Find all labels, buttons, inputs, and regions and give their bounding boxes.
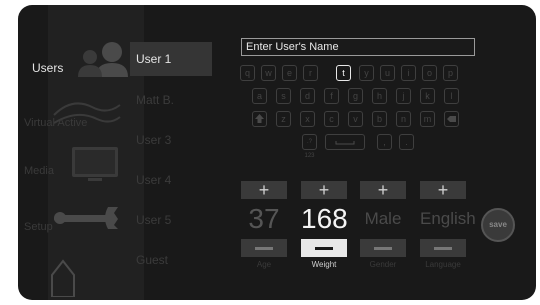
nav-item-home[interactable] <box>18 253 126 300</box>
save-button[interactable]: save <box>481 208 515 242</box>
age-value: 37 <box>248 203 280 234</box>
language-stepper: + English Language <box>420 181 476 269</box>
minus-icon <box>434 247 452 250</box>
key-r[interactable]: r <box>303 65 318 81</box>
gender-value: Male <box>364 209 402 228</box>
space-icon <box>335 141 355 145</box>
key-g[interactable]: g <box>348 88 363 104</box>
key-c[interactable]: c <box>324 111 339 127</box>
shift-icon <box>255 114 264 123</box>
nav-item-media[interactable]: Media <box>18 145 126 205</box>
key-q[interactable]: q <box>240 65 255 81</box>
key-o[interactable]: o <box>422 65 437 81</box>
key-x[interactable]: x <box>300 111 315 127</box>
weight-label: Weight <box>311 260 337 269</box>
key-y[interactable]: y <box>359 65 374 81</box>
language-minus-button[interactable] <box>420 239 466 257</box>
minus-icon <box>255 247 273 250</box>
key-a[interactable]: a <box>252 88 267 104</box>
key-f[interactable]: f <box>324 88 339 104</box>
nav-item-setup[interactable]: Setup <box>18 201 126 261</box>
key-k[interactable]: k <box>420 88 435 104</box>
key-i[interactable]: i <box>401 65 416 81</box>
backspace-key[interactable] <box>444 111 459 127</box>
key-period[interactable]: . <box>399 134 414 150</box>
key-v[interactable]: v <box>348 111 363 127</box>
key-d[interactable]: d <box>300 88 315 104</box>
weight-stepper: + 168 Weight <box>301 181 348 269</box>
monitor-icon <box>72 147 118 181</box>
key-u[interactable]: u <box>380 65 395 81</box>
nav-item-users[interactable]: Users <box>18 41 128 101</box>
space-key[interactable] <box>325 134 365 150</box>
language-value: English <box>420 209 476 228</box>
gender-plus-button[interactable]: + <box>360 181 406 199</box>
age-label: Age <box>256 260 272 269</box>
gender-minus-button[interactable] <box>360 239 406 257</box>
user-item-2[interactable]: Matt B. <box>130 82 212 122</box>
key-p[interactable]: p <box>443 65 458 81</box>
key-z[interactable]: z <box>276 111 291 127</box>
user-item-guest[interactable]: Guest <box>130 242 212 282</box>
minus-icon <box>315 247 333 250</box>
key-b[interactable]: b <box>372 111 387 127</box>
key-symbols[interactable]: .?123 <box>302 134 317 159</box>
key-l[interactable]: l <box>444 88 459 104</box>
wrench-icon <box>54 207 118 229</box>
key-t[interactable]: t <box>336 65 351 81</box>
age-minus-button[interactable] <box>241 239 287 257</box>
user-name-input[interactable]: Enter User's Name <box>241 38 475 56</box>
age-plus-button[interactable]: + <box>241 181 287 199</box>
key-comma[interactable]: , <box>377 134 392 150</box>
user-item-3[interactable]: User 3 <box>130 122 212 162</box>
main-panel: Users Virtual Active Media Setup User 1 … <box>18 5 536 300</box>
key-e[interactable]: e <box>282 65 297 81</box>
user-item-5[interactable]: User 5 <box>130 202 212 242</box>
weight-value: 168 <box>301 203 348 234</box>
key-n[interactable]: n <box>396 111 411 127</box>
user-list: User 1 Matt B. User 3 User 4 User 5 Gues… <box>130 42 212 282</box>
shift-key[interactable] <box>252 111 267 127</box>
gender-label: Gender <box>369 260 397 269</box>
backspace-icon <box>447 116 456 122</box>
nav-label-setup: Setup <box>24 221 53 233</box>
age-stepper: + 37 Age <box>241 181 287 269</box>
key-j[interactable]: j <box>396 88 411 104</box>
minus-icon <box>374 247 392 250</box>
users-icon <box>78 42 128 77</box>
language-label: Language <box>425 260 461 269</box>
nav-label-virtual-active: Virtual Active <box>24 117 88 129</box>
key-h[interactable]: h <box>372 88 387 104</box>
gender-stepper: + Male Gender <box>360 181 406 269</box>
user-item-4[interactable]: User 4 <box>130 162 212 202</box>
user-item-1[interactable]: User 1 <box>130 42 212 76</box>
key-m[interactable]: m <box>420 111 435 127</box>
nav-item-virtual-active[interactable]: Virtual Active <box>18 93 126 153</box>
weight-minus-button[interactable] <box>301 239 347 257</box>
nav-label-users: Users <box>32 61 64 75</box>
key-w[interactable]: w <box>261 65 276 81</box>
weight-plus-button[interactable]: + <box>301 181 347 199</box>
language-plus-button[interactable]: + <box>420 181 466 199</box>
nav-label-media: Media <box>24 165 54 177</box>
home-icon <box>51 259 75 297</box>
key-s[interactable]: s <box>276 88 291 104</box>
